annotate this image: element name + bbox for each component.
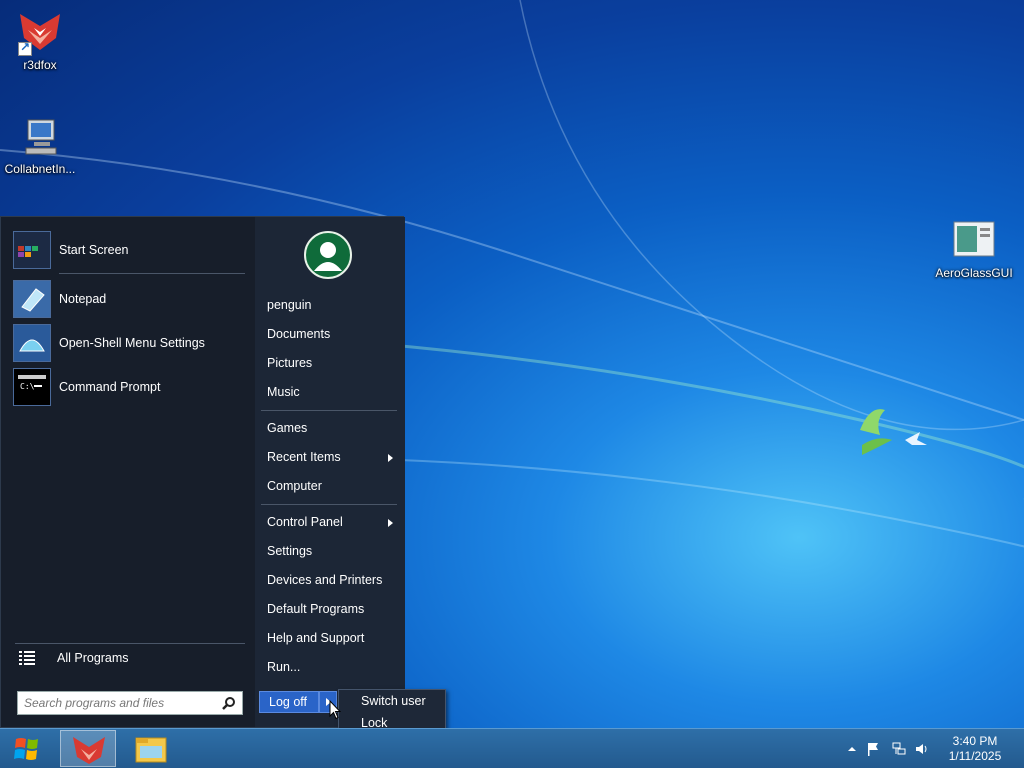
program-label: Command Prompt — [59, 380, 161, 394]
menu-item-music[interactable]: Music — [267, 385, 397, 399]
system-clock[interactable]: 3:40 PM 1/11/2025 — [940, 734, 1010, 764]
taskbar: 3:40 PM 1/11/2025 — [0, 728, 1024, 768]
computer-icon — [16, 112, 64, 160]
divider — [59, 273, 245, 274]
shell-icon — [13, 324, 51, 362]
user-avatar[interactable] — [304, 231, 352, 279]
start-menu-places-pane: penguin Documents Pictures Music Games R… — [255, 217, 405, 727]
start-screen-icon — [13, 231, 51, 269]
action-center-flag-icon[interactable] — [866, 742, 880, 756]
search-icon[interactable] — [222, 696, 236, 710]
program-label: Start Screen — [59, 243, 129, 257]
volume-icon[interactable] — [915, 742, 929, 756]
svg-text:C:\: C:\ — [20, 382, 35, 391]
all-programs-button[interactable]: All Programs — [19, 651, 129, 665]
program-command-prompt[interactable]: C:\ Command Prompt — [13, 367, 245, 407]
menu-item-pictures[interactable]: Pictures — [267, 356, 397, 370]
desktop-icon-aeroglassgui[interactable]: AeroGlassGUI — [934, 216, 1014, 280]
menu-item-settings[interactable]: Settings — [267, 544, 397, 558]
start-menu: Start Screen Notepad Open-Shell Menu Set… — [0, 216, 405, 728]
desktop-icon-label: AeroGlassGUI — [935, 266, 1013, 280]
start-button[interactable] — [6, 735, 48, 763]
window-icon — [950, 216, 998, 264]
program-label: Notepad — [59, 292, 107, 306]
menu-item-control-panel[interactable]: Control Panel — [267, 515, 397, 529]
menu-item-computer[interactable]: Computer — [267, 479, 397, 493]
notepad-icon — [13, 280, 51, 318]
fox-icon — [16, 8, 64, 56]
search-placeholder: Search programs and files — [24, 696, 165, 710]
clock-time: 3:40 PM — [952, 734, 998, 748]
search-input[interactable]: Search programs and files — [17, 691, 243, 715]
divider — [261, 410, 397, 411]
list-icon — [19, 651, 35, 665]
program-label: Open-Shell Menu Settings — [59, 336, 205, 350]
taskbar-button-r3dfox[interactable] — [60, 730, 116, 767]
menu-item-documents[interactable]: Documents — [267, 327, 397, 341]
menu-item-user[interactable]: penguin — [267, 298, 397, 312]
log-off-button[interactable]: Log off — [259, 691, 319, 713]
shortcut-arrow-icon — [18, 40, 32, 56]
menu-item-label: Recent Items — [267, 450, 341, 464]
menu-item-switch-user[interactable]: Switch user — [361, 694, 426, 708]
start-menu-programs-pane: Start Screen Notepad Open-Shell Menu Set… — [1, 217, 255, 727]
network-icon[interactable] — [892, 742, 906, 756]
desktop-icon-r3dfox[interactable]: r3dfox — [0, 8, 80, 72]
desktop-icon-label: CollabnetIn... — [4, 162, 76, 176]
program-start-screen[interactable]: Start Screen — [13, 230, 245, 270]
submenu-arrow-icon — [388, 519, 393, 527]
menu-item-label: Control Panel — [267, 515, 343, 529]
divider — [15, 643, 245, 644]
bird-icon — [860, 409, 927, 455]
all-programs-label: All Programs — [57, 651, 129, 665]
menu-item-run[interactable]: Run... — [267, 660, 397, 674]
desktop-icon-collabnet[interactable]: CollabnetIn... — [0, 112, 80, 176]
submenu-arrow-icon — [388, 454, 393, 462]
windows-logo-icon — [14, 738, 38, 760]
folder-icon — [135, 737, 167, 763]
program-open-shell-settings[interactable]: Open-Shell Menu Settings — [13, 323, 245, 363]
mouse-cursor-icon — [329, 700, 341, 720]
divider — [261, 504, 397, 505]
desktop-icon-label: r3dfox — [23, 58, 57, 72]
menu-item-games[interactable]: Games — [267, 421, 397, 435]
program-notepad[interactable]: Notepad — [13, 279, 245, 319]
taskbar-button-file-explorer[interactable] — [124, 730, 180, 767]
fox-icon — [73, 737, 105, 764]
clock-date: 1/11/2025 — [948, 749, 1002, 763]
menu-item-default-programs[interactable]: Default Programs — [267, 602, 397, 616]
cmd-icon: C:\ — [13, 368, 51, 406]
show-hidden-icons-icon[interactable] — [845, 742, 859, 756]
menu-item-help-support[interactable]: Help and Support — [267, 631, 397, 645]
menu-item-devices-printers[interactable]: Devices and Printers — [267, 573, 397, 587]
menu-item-recent-items[interactable]: Recent Items — [267, 450, 397, 464]
